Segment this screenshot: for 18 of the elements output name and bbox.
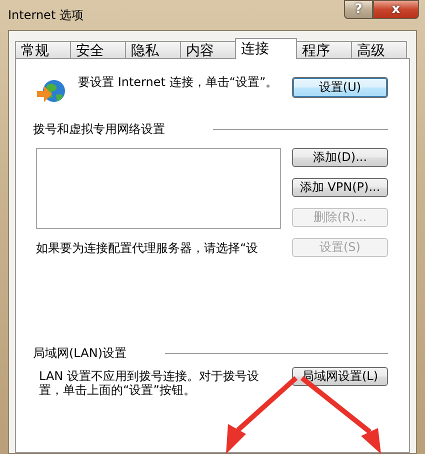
setup-instruction: 要设置 Internet 连接，单击“设置”。	[78, 75, 279, 91]
section-heading: 局域网(LAN)设置	[33, 345, 127, 362]
dialup-button[interactable]: 添加 VPN(P)...	[292, 178, 388, 197]
lan-instruction: LAN 设置不应用到拨号连接。对于拨号设置，单击上面的“设置”按钮。	[39, 369, 260, 397]
tab[interactable]: 安全	[70, 41, 126, 59]
setup-button[interactable]: 设置(U)	[292, 77, 388, 98]
tab[interactable]: 常规	[15, 41, 71, 59]
window-title: Internet 选项	[8, 6, 84, 24]
close-button[interactable]: x	[373, 0, 419, 19]
section-heading: 拨号和虚拟专用网络设置	[33, 121, 165, 138]
proxy-instruction: 如果要为连接配置代理服务器，请选择“设	[36, 241, 260, 255]
tab[interactable]: 连接	[235, 38, 297, 59]
tab[interactable]: 程序	[296, 41, 352, 59]
tab[interactable]: 隐私	[125, 41, 181, 59]
connection-list[interactable]	[36, 148, 281, 229]
tab[interactable]: 高级	[351, 41, 407, 59]
tab[interactable]: 内容	[180, 41, 236, 59]
dialup-button[interactable]: 添加(D)...	[292, 148, 388, 167]
